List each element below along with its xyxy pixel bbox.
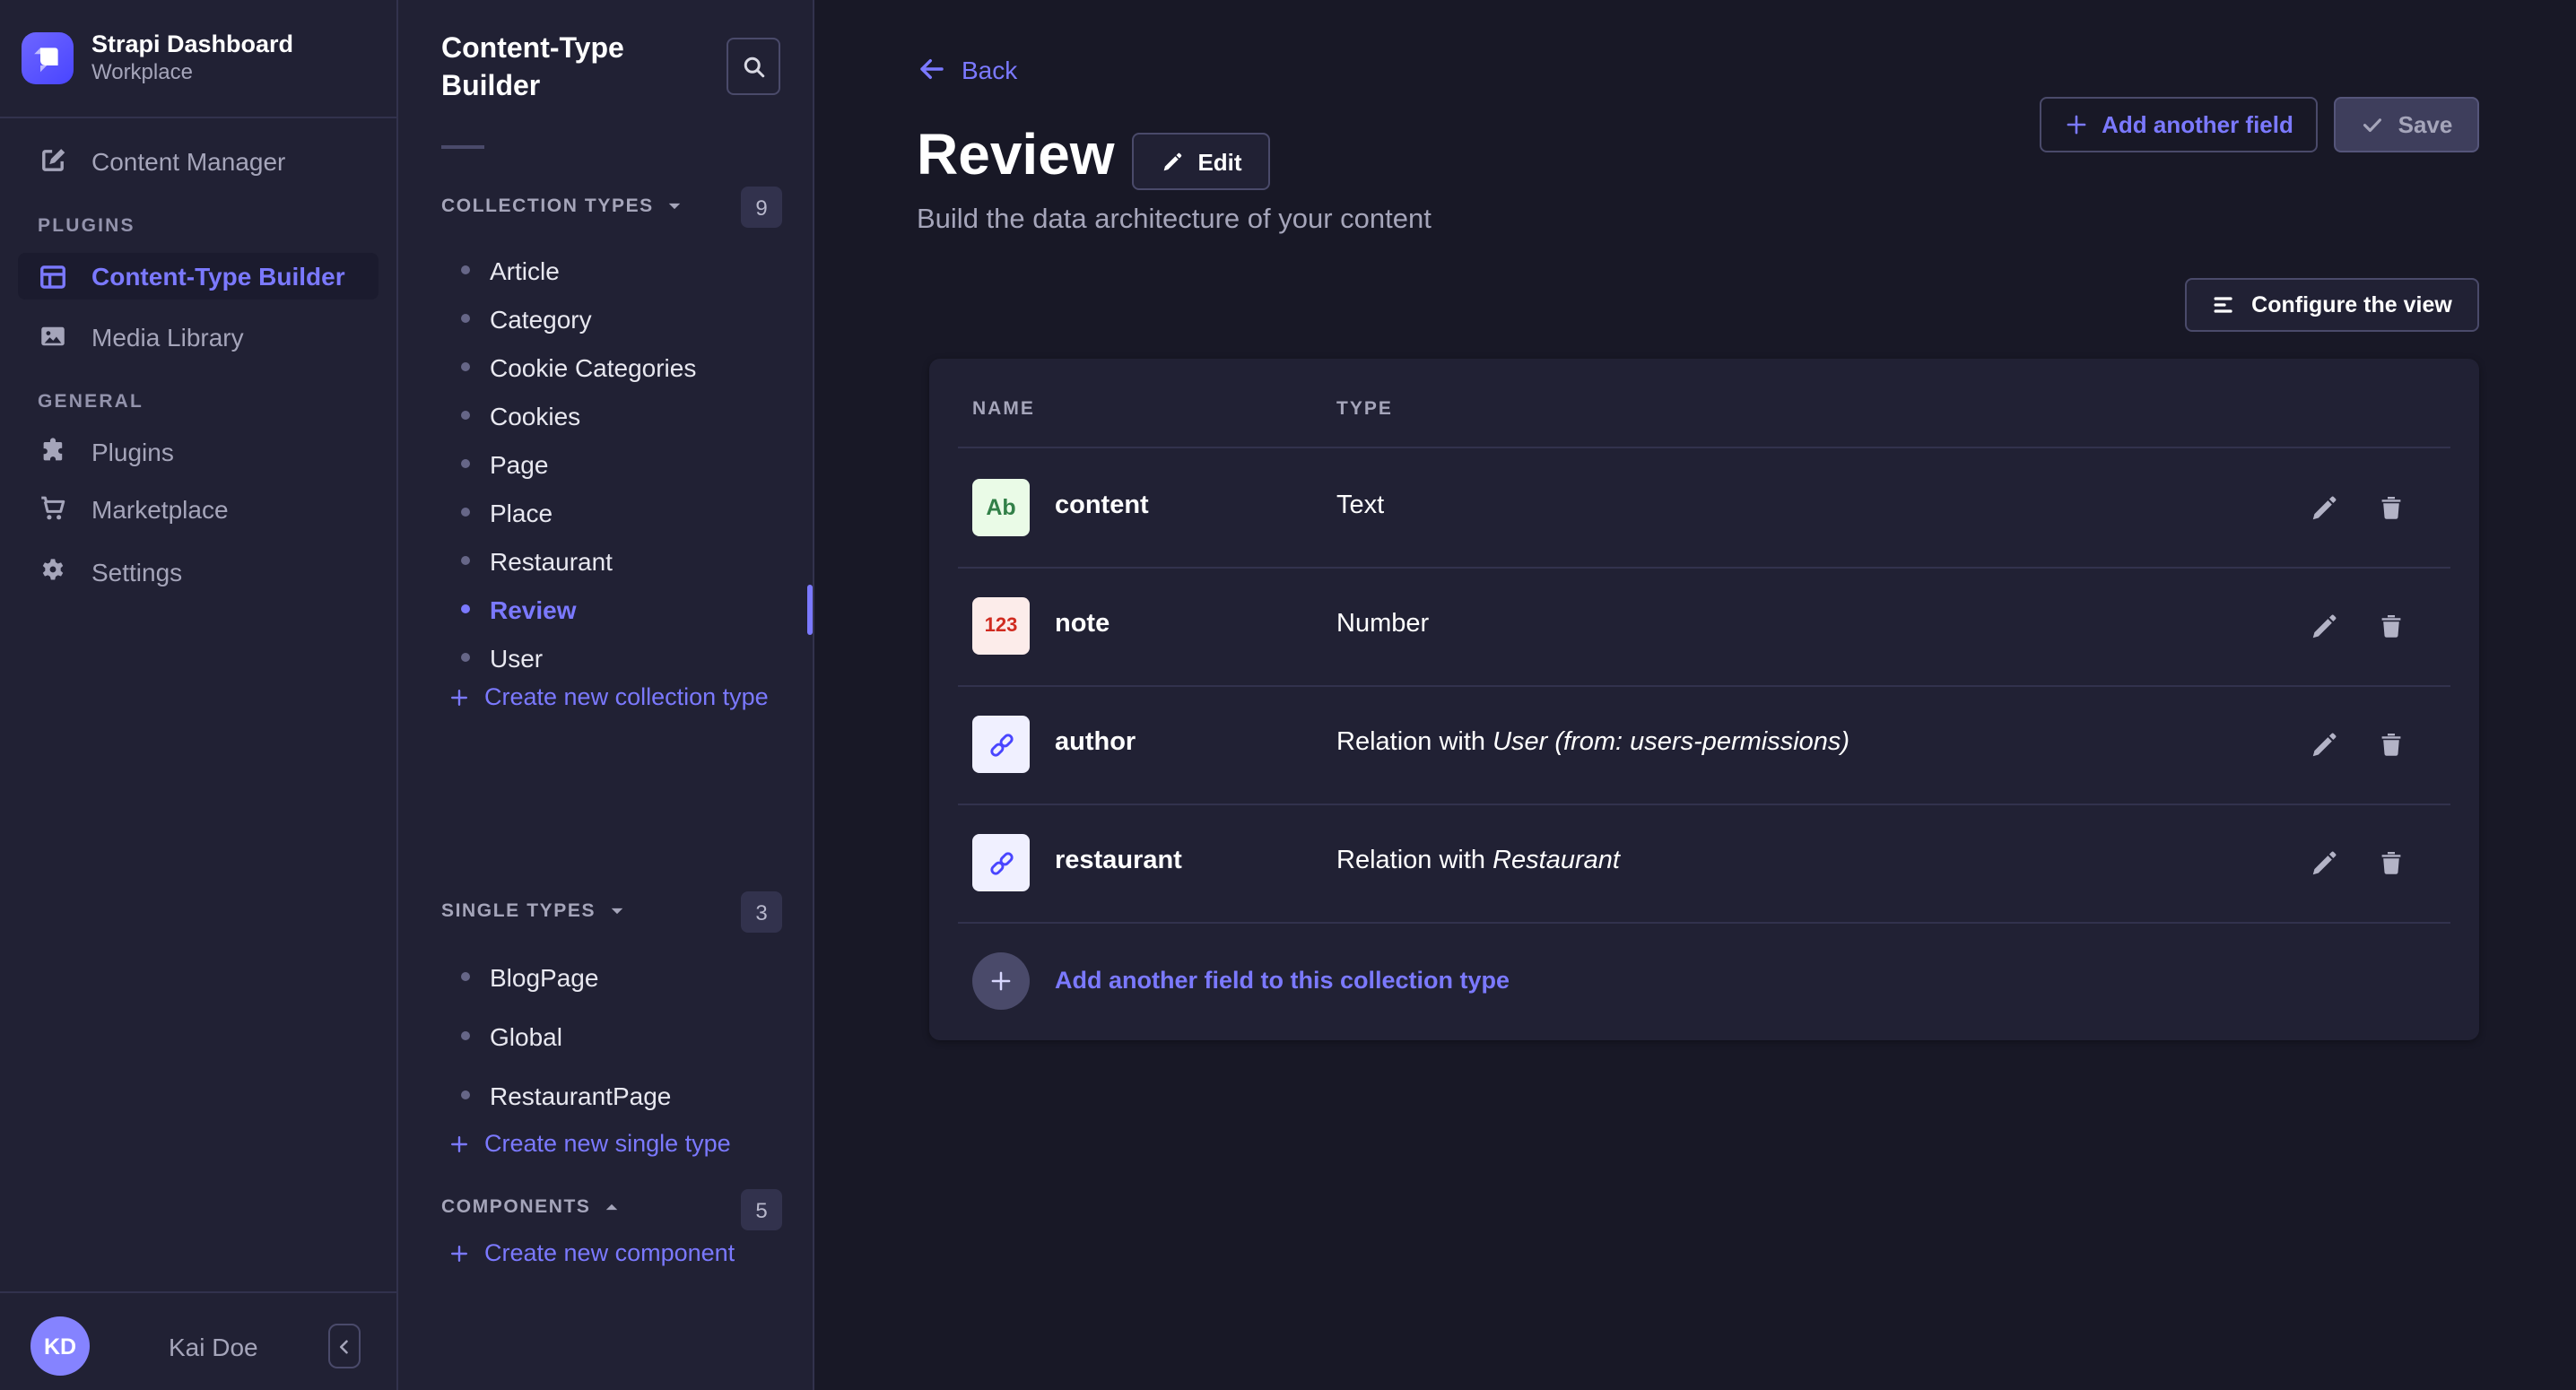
search-button[interactable]: [727, 38, 780, 95]
delete-field-button[interactable]: [2375, 728, 2407, 760]
table-row: author Relation with User (from: users-p…: [929, 685, 2479, 804]
single-type-blogpage[interactable]: BlogPage: [398, 947, 813, 1006]
collection-type-article[interactable]: Article: [398, 246, 813, 294]
chevron-left-icon: [335, 1337, 353, 1355]
collection-type-restaurant[interactable]: Restaurant: [398, 536, 813, 585]
create-single-type-link[interactable]: Create new single type: [448, 1130, 731, 1157]
single-type-global[interactable]: Global: [398, 1006, 813, 1065]
table-header: NAME TYPE: [929, 359, 2479, 448]
single-types-list: BlogPage Global RestaurantPage: [398, 947, 813, 1125]
plus-icon: [988, 969, 1014, 994]
collapse-sidebar-button[interactable]: [328, 1324, 361, 1368]
sidebar-footer: KD Kai Doe: [0, 1291, 396, 1390]
strapi-dashboard: Strapi Dashboard Workplace Content Manag…: [0, 0, 2576, 1390]
components-header[interactable]: COMPONENTS: [441, 1196, 622, 1218]
strapi-logo-icon: [22, 31, 74, 83]
brand: Strapi Dashboard Workplace: [22, 29, 293, 86]
avatar[interactable]: KD: [30, 1316, 90, 1376]
edit-field-button[interactable]: [2307, 728, 2339, 760]
collection-type-cookies[interactable]: Cookies: [398, 391, 813, 439]
collection-type-category[interactable]: Category: [398, 294, 813, 343]
layout-icon: [38, 261, 68, 291]
components-count-badge: 5: [741, 1189, 782, 1230]
sidebar-item-content-manager[interactable]: Content Manager: [18, 136, 379, 185]
edit-field-button[interactable]: [2307, 610, 2339, 642]
table-row: 123 note Number: [929, 567, 2479, 685]
edit-button[interactable]: Edit: [1132, 133, 1270, 190]
sidebar-item-settings[interactable]: Settings: [18, 547, 379, 595]
subnav-scrollbar-thumb[interactable]: [807, 585, 813, 635]
sidebar-section-plugins: PLUGINS: [38, 215, 135, 237]
gear-icon: [38, 556, 68, 586]
edit-field-button[interactable]: [2307, 847, 2339, 879]
column-header-name: NAME: [972, 398, 1035, 420]
main-sidebar: Strapi Dashboard Workplace Content Manag…: [0, 0, 398, 1390]
sidebar-section-general: GENERAL: [38, 391, 144, 413]
single-types-count-badge: 3: [741, 891, 782, 933]
table-row: Ab content Text: [929, 448, 2479, 567]
filter-lines-icon: [2212, 292, 2237, 317]
puzzle-icon: [38, 436, 68, 466]
edit-field-button[interactable]: [2307, 491, 2339, 524]
caret-up-icon: [604, 1198, 622, 1216]
single-types-header[interactable]: SINGLE TYPES: [441, 900, 626, 922]
text-field-icon: Ab: [972, 479, 1030, 536]
sidebar-item-content-type-builder[interactable]: Content-Type Builder: [18, 253, 379, 300]
user-name: Kai Doe: [169, 1333, 258, 1361]
page-title: Review: [917, 122, 1115, 188]
content-type-builder-subnav: Content-Type Builder COLLECTION TYPES 9 …: [398, 0, 814, 1390]
page-subtitle: Build the data architecture of your cont…: [917, 204, 1432, 237]
arrow-left-icon: [917, 54, 947, 84]
collection-type-user[interactable]: User: [398, 633, 813, 682]
sidebar-item-plugins[interactable]: Plugins: [18, 427, 379, 475]
collection-type-place[interactable]: Place: [398, 488, 813, 536]
sidebar-item-marketplace[interactable]: Marketplace: [18, 484, 379, 533]
delete-field-button[interactable]: [2375, 491, 2407, 524]
add-circle-button[interactable]: [972, 952, 1030, 1010]
collection-type-cookie-categories[interactable]: Cookie Categories: [398, 343, 813, 391]
collection-types-list: Article Category Cookie Categories Cooki…: [398, 246, 813, 682]
create-component-link[interactable]: Create new component: [448, 1239, 735, 1266]
number-field-icon: 123: [972, 597, 1030, 655]
delete-field-button[interactable]: [2375, 610, 2407, 642]
collection-types-count-badge: 9: [741, 187, 782, 228]
main-content: Back Review Edit Build the data architec…: [814, 0, 2576, 1390]
app-title: Strapi Dashboard: [91, 29, 293, 59]
plus-icon: [448, 1133, 470, 1154]
divider: [441, 145, 484, 149]
pencil-icon: [1160, 150, 1183, 173]
add-field-row[interactable]: Add another field to this collection typ…: [929, 922, 2479, 1040]
caret-down-icon: [608, 902, 626, 920]
delete-field-button[interactable]: [2375, 847, 2407, 879]
cart-icon: [38, 493, 68, 524]
relation-field-icon: [972, 716, 1030, 773]
collection-type-page[interactable]: Page: [398, 439, 813, 488]
back-link[interactable]: Back: [917, 54, 1017, 84]
divider: [0, 117, 396, 118]
table-row: restaurant Relation with Restaurant: [929, 804, 2479, 922]
check-icon: [2361, 113, 2384, 136]
subnav-title: Content-Type Builder: [441, 30, 674, 106]
add-field-row-label: Add another field to this collection typ…: [1055, 967, 1510, 994]
column-header-type: TYPE: [1336, 398, 1393, 420]
fields-table: NAME TYPE Ab content Text 123 note Numbe…: [929, 359, 2479, 1040]
collection-type-review[interactable]: Review: [398, 585, 813, 633]
configure-view-button[interactable]: Configure the view: [2185, 278, 2479, 332]
add-another-field-button[interactable]: Add another field: [2040, 97, 2318, 152]
sidebar-item-media-library[interactable]: Media Library: [18, 312, 379, 361]
single-type-restaurantpage[interactable]: RestaurantPage: [398, 1065, 813, 1125]
plus-icon: [2064, 113, 2087, 136]
relation-field-icon: [972, 834, 1030, 891]
picture-icon: [38, 321, 68, 352]
feather-pen-icon: [38, 145, 68, 176]
search-icon: [740, 53, 767, 80]
create-collection-type-link[interactable]: Create new collection type: [448, 683, 769, 710]
save-button[interactable]: Save: [2334, 97, 2479, 152]
plus-icon: [448, 1242, 470, 1264]
caret-down-icon: [666, 197, 684, 215]
workspace-name: Workplace: [91, 59, 293, 86]
collection-types-header[interactable]: COLLECTION TYPES: [441, 195, 684, 217]
plus-icon: [448, 686, 470, 708]
